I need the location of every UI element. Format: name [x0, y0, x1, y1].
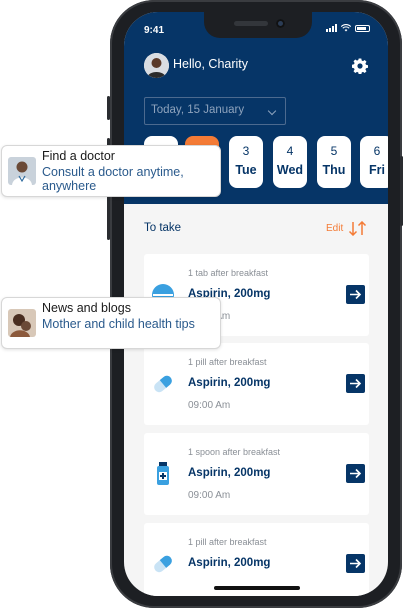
medication-name: Aspirin, 200mg: [188, 377, 271, 389]
news-thumbnail: [8, 309, 36, 337]
popup-body: Mother and child health tips: [42, 317, 195, 331]
dose-time: 09:00 Am: [188, 490, 231, 501]
capsule-icon: [150, 551, 176, 577]
avatar[interactable]: [144, 53, 169, 78]
capsule-icon: [150, 371, 176, 397]
popup-title: Find a doctor: [42, 149, 115, 163]
date-select-value: Today, 15 January: [151, 104, 245, 116]
status-icons: [326, 24, 370, 32]
arrow-right-icon[interactable]: [346, 554, 365, 573]
dosage-instruction: 1 pill after breakfast: [188, 537, 267, 547]
chevron-down-icon: [267, 106, 277, 116]
speaker-grille: [234, 21, 268, 26]
status-time: 9:41: [144, 25, 165, 36]
bottle-icon: [150, 461, 176, 487]
day-name: Fri: [369, 163, 385, 177]
mother-child-icon: [8, 309, 36, 337]
day-button[interactable]: 6 Fri: [360, 136, 388, 188]
day-button[interactable]: 3 Tue: [229, 136, 263, 188]
news-blogs-popup[interactable]: News and blogs Mother and child health t…: [1, 297, 221, 349]
sort-icon[interactable]: [348, 221, 368, 236]
popup-title: News and blogs: [42, 301, 131, 315]
popup-body: Consult a doctor anytime, anywhere: [42, 165, 184, 193]
dose-time: 09:00 Am: [188, 400, 231, 411]
medication-card[interactable]: 1 pill after breakfast Aspirin, 200mg 09:0…: [144, 343, 369, 425]
edit-button[interactable]: Edit: [326, 223, 343, 234]
doctor-thumbnail: [8, 157, 36, 185]
dosage-instruction: 1 pill after breakfast: [188, 357, 267, 367]
day-number: 3: [242, 144, 250, 158]
medication-name: Aspirin, 200mg: [188, 467, 271, 479]
wifi-icon: [341, 24, 351, 32]
dosage-instruction: 1 tab after breakfast: [188, 268, 269, 278]
day-button[interactable]: 5 Thu: [317, 136, 351, 188]
arrow-right-icon[interactable]: [346, 374, 365, 393]
day-number: 4: [286, 144, 294, 158]
battery-icon: [355, 24, 370, 32]
notch: [204, 12, 312, 38]
user-avatar-icon: [144, 53, 169, 78]
arrow-right-icon[interactable]: [346, 464, 365, 483]
stage: 9:41 Hello, Charity Today, 15 January 3 …: [0, 0, 406, 611]
medication-name: Aspirin, 200mg: [188, 557, 271, 569]
day-name: Thu: [322, 163, 346, 177]
volume-down-button: [107, 196, 110, 240]
section-title: To take: [144, 222, 182, 234]
date-select[interactable]: Today, 15 January: [144, 97, 286, 125]
arrow-right-icon[interactable]: [346, 285, 365, 304]
day-name: Tue: [235, 163, 257, 177]
signal-icon: [326, 24, 337, 32]
power-button: [400, 156, 403, 226]
mute-switch: [107, 96, 110, 120]
gear-icon[interactable]: [352, 58, 368, 74]
medication-card[interactable]: 1 spoon after breakfast Aspirin, 200mg 09:…: [144, 433, 369, 515]
greeting: Hello, Charity: [173, 57, 249, 71]
day-number: 6: [373, 144, 381, 158]
home-indicator: [214, 586, 300, 590]
dosage-instruction: 1 spoon after breakfast: [188, 447, 281, 457]
day-number: 5: [330, 144, 338, 158]
camera-icon: [276, 19, 285, 28]
doctor-icon: [8, 157, 36, 185]
day-button[interactable]: 4 Wed: [273, 136, 307, 188]
find-doctor-popup[interactable]: Find a doctor Consult a doctor anytime, …: [1, 145, 221, 197]
day-name: Wed: [276, 163, 304, 177]
